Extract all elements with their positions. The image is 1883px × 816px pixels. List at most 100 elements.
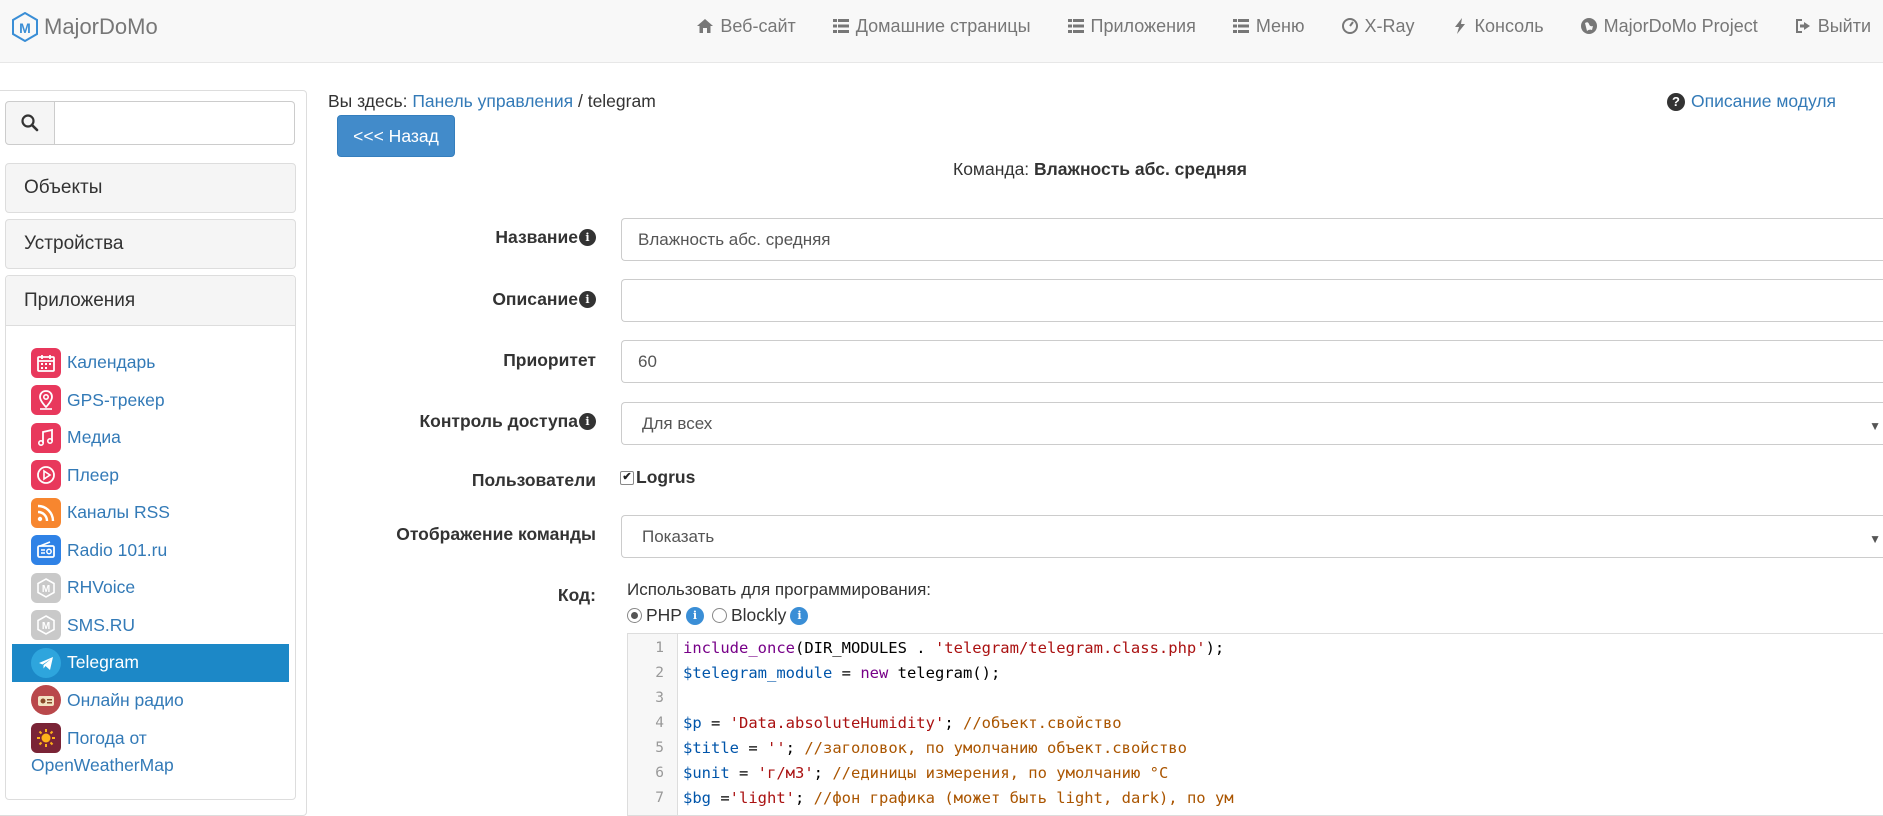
nav-majordomo-project[interactable]: MajorDoMo Project <box>1562 14 1776 38</box>
module-description-label: Описание модуля <box>1691 91 1837 111</box>
user-checkbox[interactable]: ✔ <box>620 470 634 485</box>
sidebar-section-devices[interactable]: Устройства <box>5 219 296 269</box>
globe-icon <box>1580 18 1597 34</box>
access-control-label: Контроль доступа i <box>419 411 596 432</box>
top-nav: Веб-сайт Домашние страницы Приложения Ме… <box>678 14 1871 38</box>
info-icon[interactable]: i <box>790 606 809 625</box>
token: ; <box>785 738 805 757</box>
nav-majordomo-project-label: MajorDoMo Project <box>1603 15 1758 36</box>
token: 'Data.absoluteHumidity' <box>729 713 945 732</box>
code-line: 5 $title = ''; //заголовок, по умолчанию … <box>628 735 1187 760</box>
display-select[interactable]: Показать ▼ <box>621 515 1883 558</box>
search-button[interactable] <box>5 101 55 145</box>
line-number: 7 <box>655 789 664 806</box>
command-header: Команда: Влажность абс. средняя <box>953 159 1247 180</box>
info-icon[interactable]: i <box>579 291 596 308</box>
sidebar-item-gps-tracker[interactable]: GPS-трекер <box>12 382 289 420</box>
nav-console[interactable]: Консоль <box>1433 14 1562 38</box>
token: new <box>860 663 889 682</box>
question-icon: ? <box>1667 92 1685 111</box>
code-editor[interactable]: 1 include_once(DIR_MODULES . 'telegram/te… <box>627 633 1883 816</box>
info-icon[interactable]: i <box>579 229 596 246</box>
sidebar-item-telegram[interactable]: Telegram <box>12 644 289 682</box>
php-label: PHP <box>646 605 682 625</box>
sidebar-item-rss[interactable]: Каналы RSS <box>12 494 289 532</box>
code-text: $bg ='light'; //фон графика (может быть … <box>683 789 1234 807</box>
section-applications-label: Приложения <box>24 289 136 311</box>
info-icon[interactable]: i <box>685 606 704 625</box>
sidebar-item-media[interactable]: Медиа <box>12 419 289 457</box>
blockly-label: Blockly <box>730 605 787 625</box>
nav-applications[interactable]: Приложения <box>1049 14 1214 38</box>
priority-label: Приоритет <box>503 350 596 371</box>
sidebar-section-objects[interactable]: Объекты <box>5 163 296 213</box>
code-text: $telegram_module = new telegram(); <box>683 664 1000 682</box>
majordomo-logo-icon: M <box>12 12 38 42</box>
code-line: 7 $bg ='light'; //фон графика (может быть… <box>628 785 1233 810</box>
code-line: 6 $unit = 'г/м3'; //единицы измерения, по… <box>628 760 1168 785</box>
nav-menu[interactable]: Меню <box>1214 14 1323 38</box>
module-description-link[interactable]: ? Описание модуля <box>1667 91 1836 112</box>
calendar-icon <box>31 347 61 378</box>
php-radio[interactable] <box>627 608 642 623</box>
title-input[interactable]: Влажность абс. средняя <box>621 218 1883 261</box>
code-label-text: Код: <box>557 585 596 605</box>
info-icon[interactable]: i <box>579 413 596 430</box>
sidebar-item-online-radio[interactable]: Онлайн радио <box>12 682 289 720</box>
sidebar-item-radio-101[interactable]: Radio 101.ru <box>12 532 289 570</box>
breadcrumb-current: telegram <box>587 91 656 111</box>
command-header-prefix: Команда: <box>953 159 1030 179</box>
programming-mode-radios: PHP i Blockly i <box>627 605 812 626</box>
blockly-radio[interactable] <box>711 608 727 623</box>
nav-home-pages[interactable]: Домашние страницы <box>814 14 1049 38</box>
token: '' <box>767 738 786 757</box>
code-text: $title = ''; //заголовок, по умолчанию о… <box>683 739 1187 757</box>
sidebar-item-calendar[interactable]: Календарь <box>12 344 289 382</box>
code-line: 1 include_once(DIR_MODULES . 'telegram/te… <box>628 635 1224 660</box>
sidebar-item-openweathermap[interactable]: Погода от OpenWeatherMap <box>12 719 289 776</box>
sidebar-item-label: Медиа <box>67 427 121 448</box>
bolt-icon <box>1454 18 1465 34</box>
description-input[interactable] <box>621 279 1883 322</box>
sidebar-item-player[interactable]: Плеер <box>12 457 289 495</box>
display-value: Показать <box>642 526 715 546</box>
nav-logout[interactable]: Выйти <box>1776 14 1871 38</box>
dashboard-icon <box>1341 18 1358 34</box>
code-line: 4 $p = 'Data.absoluteHumidity'; //объект.… <box>628 710 1121 735</box>
svg-text:M: M <box>19 20 31 36</box>
token: ; <box>795 788 814 807</box>
nav-home-pages-label: Домашние страницы <box>855 15 1031 36</box>
breadcrumb-control-panel-link[interactable]: Панель управления <box>412 91 573 111</box>
token: $telegram_module <box>683 663 833 682</box>
sidebar-section-applications[interactable]: Приложения <box>6 276 295 326</box>
nav-xray[interactable]: X-Ray <box>1323 14 1433 38</box>
brand-link[interactable]: M MajorDoMo <box>12 12 158 42</box>
token: include_once <box>683 638 795 657</box>
line-number: 5 <box>655 739 664 756</box>
svg-text:M: M <box>42 621 50 632</box>
svg-text:M: M <box>42 584 50 595</box>
sidebar-item-rhvoice[interactable]: M RHVoice <box>12 569 289 607</box>
location-icon <box>31 385 61 416</box>
priority-input[interactable]: 60 <box>621 340 1883 383</box>
access-control-select[interactable]: Для всех ▼ <box>621 402 1883 445</box>
back-button[interactable]: <<< Назад <box>337 115 455 157</box>
weather-icon <box>31 723 61 753</box>
token: 'telegram/telegram.class.php' <box>934 638 1206 657</box>
code-label: Код: <box>558 585 596 606</box>
users-label-text: Пользователи <box>471 470 596 490</box>
code-line: 3 <box>628 685 664 710</box>
nav-website[interactable]: Веб-сайт <box>678 14 813 38</box>
sidebar-item-sms-ru[interactable]: M SMS.RU <box>12 607 289 645</box>
chevron-down-icon: ▼ <box>1869 419 1881 433</box>
nav-console-label: Консоль <box>1474 15 1544 36</box>
line-number: 3 <box>655 689 664 706</box>
section-objects-label: Объекты <box>24 177 103 198</box>
sidebar-search <box>5 101 295 145</box>
brand-name: MajorDoMo <box>44 14 158 39</box>
description-label-text: Описание <box>492 289 578 309</box>
top-navbar: M MajorDoMo Веб-сайт Домашние страницы П… <box>0 0 1883 63</box>
token: = <box>711 788 730 807</box>
search-input[interactable] <box>55 101 295 145</box>
sidebar-apps-panel: Приложения Календарь GPS-трекер Медиа Пл… <box>5 275 296 800</box>
